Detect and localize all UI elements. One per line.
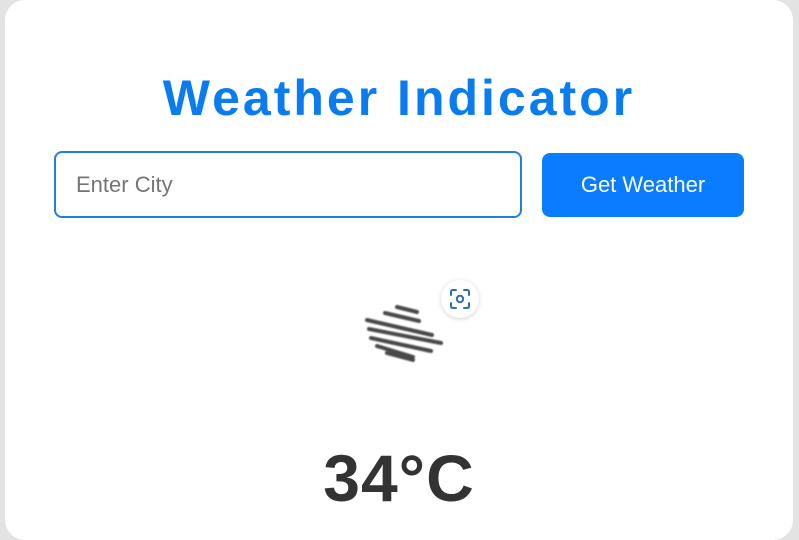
- weather-card: Weather Indicator Get Weather: [5, 0, 793, 540]
- get-weather-button[interactable]: Get Weather: [542, 153, 744, 217]
- visual-search-lens-button[interactable]: [441, 280, 479, 318]
- temperature-readout: 34°C: [323, 441, 475, 515]
- mist-icon: [357, 300, 447, 366]
- app-title: Weather Indicator: [162, 70, 636, 126]
- visual-search-lens-icon: [450, 289, 470, 309]
- city-search-input[interactable]: [54, 151, 522, 218]
